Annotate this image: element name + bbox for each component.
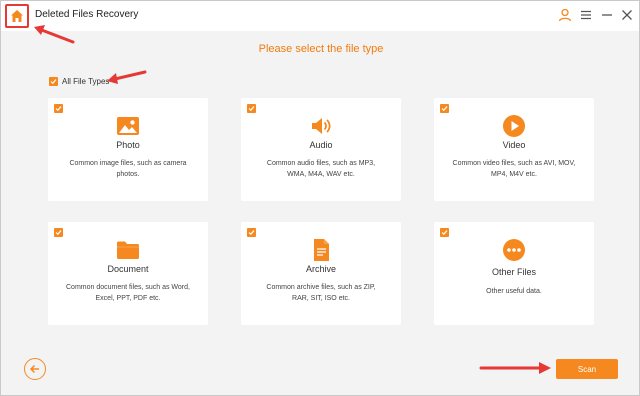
file-type-label: Archive [305, 264, 336, 274]
folder-icon [117, 241, 139, 259]
menu-icon[interactable] [579, 8, 593, 22]
file-type-label: Photo [116, 140, 140, 150]
checkbox-checked-icon[interactable] [54, 228, 63, 237]
checkbox-checked-icon [49, 77, 58, 86]
checkbox-checked-icon[interactable] [54, 104, 63, 113]
file-type-label: Video [502, 140, 526, 150]
home-icon [11, 10, 23, 22]
file-type-card-other[interactable]: Other Files Other useful data. [434, 222, 594, 325]
app-title: Deleted Files Recovery [35, 9, 139, 20]
all-file-types-checkbox[interactable]: All File Types [49, 77, 109, 86]
audio-icon [312, 118, 331, 134]
more-icon [503, 239, 525, 261]
archive-icon [314, 239, 329, 261]
file-type-description: Other useful data. [486, 288, 542, 295]
app-window: Deleted Files Recovery Please select the… [0, 0, 640, 396]
title-bar: Deleted Files Recovery [1, 1, 639, 31]
photo-icon [117, 117, 139, 135]
file-type-label: Audio [309, 140, 333, 150]
file-type-description: Common archive files, such as ZIP, RAR, … [266, 284, 376, 302]
user-icon[interactable] [558, 8, 572, 22]
file-type-label: Other Files [491, 267, 536, 277]
home-button[interactable] [5, 4, 29, 28]
file-type-description: Common image files, such as camera photo… [69, 160, 187, 178]
file-type-card-document[interactable]: Document Common document files, such as … [48, 222, 208, 325]
checkbox-checked-icon[interactable] [247, 104, 256, 113]
file-type-label: Document [107, 264, 149, 274]
checkbox-checked-icon[interactable] [440, 228, 449, 237]
file-type-description: Common document files, such as Word, Exc… [66, 284, 190, 302]
annotation-arrow-icon [107, 70, 147, 84]
checkbox-checked-icon[interactable] [247, 228, 256, 237]
scan-button[interactable]: Scan [556, 359, 618, 379]
file-type-card-audio[interactable]: Audio Common audio files, such as MP3, W… [241, 98, 401, 201]
file-type-description: Common audio files, such as MP3, WMA, M4… [266, 160, 376, 178]
minimize-icon[interactable] [600, 8, 614, 22]
all-file-types-label: All File Types [62, 77, 110, 86]
annotation-arrow-icon [479, 362, 551, 374]
file-type-card-archive[interactable]: Archive Common archive files, such as ZI… [241, 222, 401, 325]
page-heading: Please select the file type [258, 43, 384, 55]
checkbox-checked-icon[interactable] [440, 104, 449, 113]
back-arrow-icon [29, 364, 39, 374]
video-icon [503, 115, 525, 137]
back-button[interactable] [24, 358, 46, 380]
file-type-card-photo[interactable]: Photo Common image files, such as camera… [48, 98, 208, 201]
close-icon[interactable] [620, 8, 634, 22]
file-type-description: Common video files, such as AVI, MOV, MP… [452, 160, 576, 178]
file-type-card-video[interactable]: Video Common video files, such as AVI, M… [434, 98, 594, 201]
